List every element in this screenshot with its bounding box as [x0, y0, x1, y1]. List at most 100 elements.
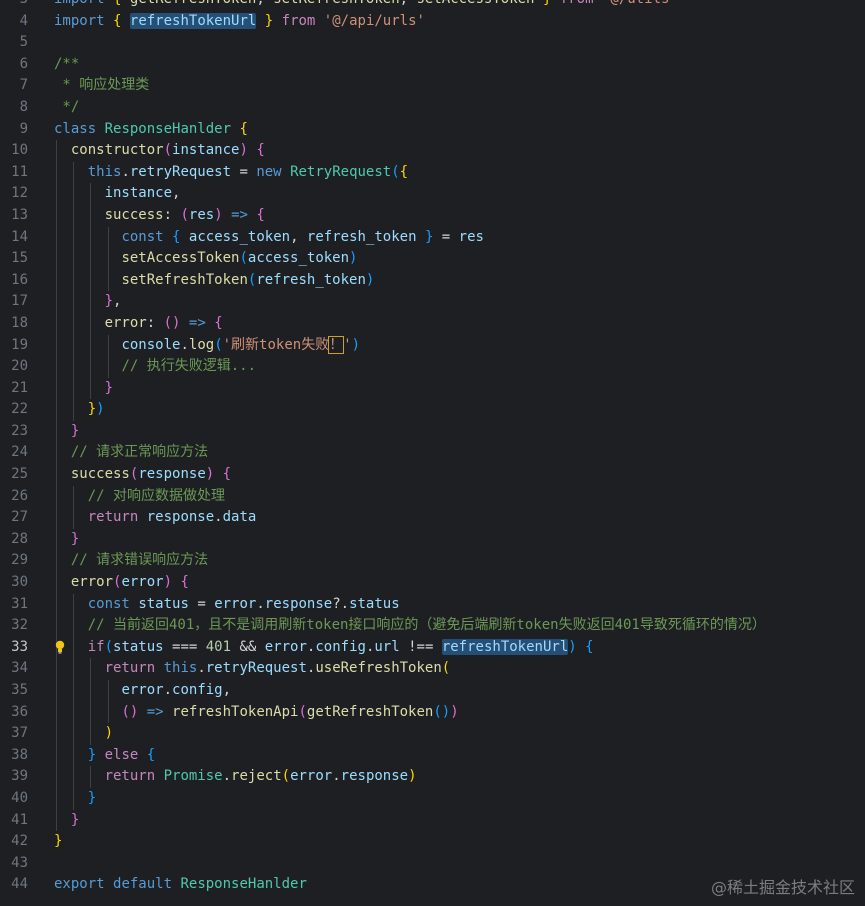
- code-line[interactable]: 16 setRefreshToken(refresh_token): [0, 269, 865, 292]
- code-token: import: [54, 12, 105, 29]
- code-line[interactable]: 41 }: [0, 809, 865, 832]
- code-line[interactable]: 20 // 执行失败逻辑...: [0, 356, 865, 378]
- code-line[interactable]: 8 */: [0, 97, 865, 119]
- code-line[interactable]: 33 if(status === 401 && error.config.url…: [0, 636, 865, 659]
- line-number: 27: [11, 509, 28, 526]
- code-token: =: [188, 595, 215, 612]
- code-line[interactable]: 17 },: [0, 291, 865, 313]
- code-text: setAccessToken(access_token): [54, 248, 357, 270]
- code-editor[interactable]: 3 import { getRefreshToken, setRefreshTok…: [0, 0, 865, 896]
- code-line[interactable]: 6 /**: [0, 54, 865, 76]
- code-text: constructor(instance) {: [54, 140, 265, 162]
- code-line[interactable]: 36 () => refreshTokenApi(getRefreshToken…: [0, 701, 865, 724]
- code-token: */: [54, 98, 80, 115]
- code-line[interactable]: 28 }: [0, 528, 865, 551]
- code-line[interactable]: 15 setAccessToken(access_token): [0, 248, 865, 270]
- code-line[interactable]: 26 // 对响应数据做处理: [0, 485, 865, 508]
- code-line[interactable]: 19 console.log('刷新token失败！'): [0, 334, 865, 357]
- code-line[interactable]: 4 import { refreshTokenUrl } from '@/api/…: [0, 11, 865, 33]
- line-number: 14: [11, 228, 28, 245]
- code-line[interactable]: 10 constructor(instance) {: [0, 140, 865, 162]
- code-token: }: [70, 811, 80, 828]
- code-text: const status = error.response?.status: [54, 594, 400, 616]
- code-text: }: [54, 529, 79, 551]
- code-line[interactable]: 12 instance,: [0, 183, 865, 205]
- code-line[interactable]: 11 this.retryRequest = new RetryRequest(…: [0, 161, 865, 184]
- line-number: 28: [11, 530, 28, 547]
- code-token: (: [163, 142, 173, 159]
- code-text: * 响应处理类: [54, 75, 149, 97]
- code-line[interactable]: 40 }: [0, 787, 865, 810]
- code-token: !==: [399, 638, 442, 655]
- line-number: 32: [11, 617, 28, 634]
- code-token: .: [197, 660, 206, 677]
- watermark: @稀土掘金技术社区: [710, 878, 855, 897]
- code-token: if: [87, 638, 105, 655]
- code-line[interactable]: 29 // 请求错误响应方法: [0, 550, 865, 573]
- code-line[interactable]: 38 } else {: [0, 744, 865, 767]
- code-line[interactable]: 3 import { getRefreshToken, setRefreshTok…: [0, 0, 865, 11]
- code-token: response: [146, 509, 215, 526]
- code-token: {: [256, 206, 265, 223]
- code-token: (: [281, 768, 291, 785]
- code-token: useRefreshToken: [315, 660, 442, 677]
- code-token: ResponseHanlder: [104, 120, 232, 137]
- code-token: .: [163, 682, 173, 698]
- code-line[interactable]: 27 return response.data: [0, 507, 865, 529]
- code-token: getRefreshToken: [306, 703, 434, 720]
- code-token: ': [343, 336, 352, 353]
- code-line[interactable]: 14 const { access_token, refresh_token }…: [0, 226, 865, 249]
- code-token: }: [264, 12, 274, 29]
- line-number: 10: [11, 142, 28, 159]
- code-token: instance: [104, 185, 173, 202]
- code-line[interactable]: 39 return Promise.reject(error.response): [0, 766, 865, 788]
- code-line[interactable]: 13 success: (res) => {: [0, 204, 865, 227]
- code-token: 401: [205, 638, 232, 655]
- code-line[interactable]: 43: [0, 853, 865, 875]
- code-line[interactable]: 25 success(response) {: [0, 464, 865, 486]
- code-line[interactable]: 5: [0, 32, 865, 54]
- code-line[interactable]: 21 }: [0, 377, 865, 400]
- code-line[interactable]: 7 * 响应处理类: [0, 75, 865, 97]
- code-line[interactable]: 9 class ResponseHanlder {: [0, 119, 865, 141]
- code-line[interactable]: 30 error(error) {: [0, 572, 865, 594]
- code-line[interactable]: 32 // 当前返回401，且不是调用刷新token接口响应的（避免后端刷新to…: [0, 615, 865, 637]
- code-token: ): [239, 142, 248, 159]
- code-line[interactable]: 35 error.config,: [0, 680, 865, 702]
- code-token: .: [222, 768, 232, 785]
- code-line[interactable]: 34 return this.retryRequest.useRefreshTo…: [0, 658, 865, 680]
- code-token: // 当前返回401，且不是调用刷新token接口响应的（避免后端刷新token…: [87, 617, 766, 634]
- line-number: 40: [11, 789, 28, 806]
- code-token: class: [54, 120, 97, 137]
- code-line[interactable]: 31 const status = error.response?.status: [0, 593, 865, 616]
- code-line[interactable]: 22 }): [0, 399, 865, 421]
- code-text: }: [54, 378, 113, 400]
- line-number: 7: [19, 77, 28, 94]
- code-token: import: [54, 0, 105, 7]
- code-text: }: [54, 831, 62, 853]
- code-token: data: [222, 509, 257, 526]
- code-token: // 请求正常响应方法: [70, 444, 209, 461]
- code-line[interactable]: 23 }: [0, 420, 865, 443]
- code-text: export default ResponseHanlder: [54, 874, 307, 896]
- code-token: this: [87, 163, 122, 180]
- code-text: // 对响应数据做处理: [54, 486, 225, 508]
- code-line[interactable]: 24 // 请求正常响应方法: [0, 442, 865, 465]
- code-token: =>: [231, 206, 248, 223]
- code-line[interactable]: 37 ): [0, 723, 865, 745]
- code-line[interactable]: 18 error: () => {: [0, 312, 865, 335]
- code-text: }: [54, 421, 79, 443]
- line-number: 38: [11, 746, 28, 763]
- code-token: retryRequest: [205, 660, 307, 677]
- code-line[interactable]: 42}: [0, 831, 865, 853]
